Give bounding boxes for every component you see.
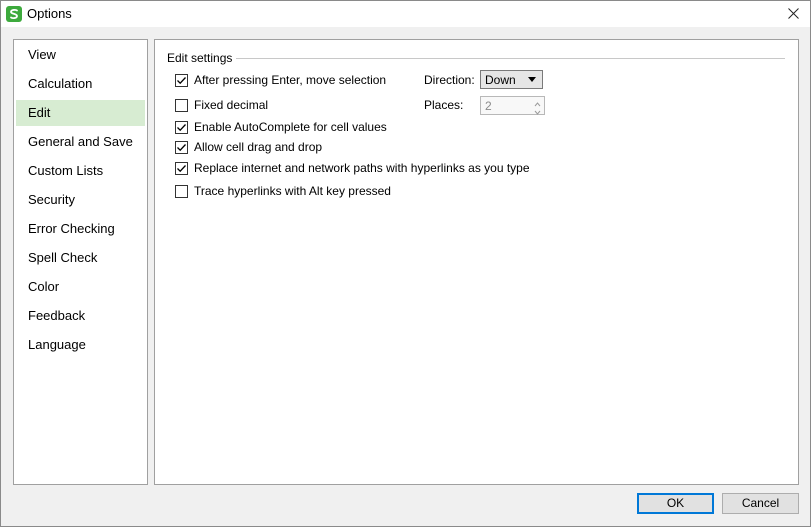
option-label: After pressing Enter, move selection <box>194 73 387 87</box>
option-label: Allow cell drag and drop <box>194 140 323 154</box>
title-bar: Options <box>1 1 810 27</box>
checkbox[interactable] <box>175 162 188 175</box>
check-icon <box>177 77 186 85</box>
ok-button[interactable]: OK <box>637 493 714 514</box>
window-title: Options <box>27 6 72 21</box>
check-icon <box>177 124 186 132</box>
places-label: Places: <box>424 98 464 112</box>
places-stepper[interactable]: 2 <box>480 96 545 115</box>
sidebar-item-feedback[interactable]: Feedback <box>16 303 145 329</box>
check-icon <box>177 165 186 173</box>
direction-label: Direction: <box>424 73 475 87</box>
checkbox[interactable] <box>175 141 188 154</box>
sidebar-item-calculation[interactable]: Calculation <box>16 71 145 97</box>
options-dialog: Options View Calculation Edit General an… <box>0 0 811 527</box>
option-label: Enable AutoComplete for cell values <box>194 120 387 134</box>
group-title: Edit settings <box>167 51 237 65</box>
chevron-down-small-icon <box>534 110 541 115</box>
chevron-down-icon <box>528 77 536 82</box>
sidebar-item-security[interactable]: Security <box>16 187 145 213</box>
check-icon <box>177 144 186 152</box>
sidebar-item-language[interactable]: Language <box>16 332 145 358</box>
option-label: Replace internet and network paths with … <box>194 161 530 175</box>
sidebar-item-edit[interactable]: Edit <box>16 100 145 126</box>
direction-value: Down <box>485 73 516 87</box>
options-category-list: View Calculation Edit General and Save C… <box>13 39 148 485</box>
edit-settings-panel: Edit settings After pressing Enter, move… <box>154 39 799 485</box>
checkbox[interactable] <box>175 185 188 198</box>
sidebar-item-spell-check[interactable]: Spell Check <box>16 245 145 271</box>
checkbox[interactable] <box>175 74 188 87</box>
close-icon <box>788 8 799 19</box>
sidebar-item-view[interactable]: View <box>16 42 145 68</box>
stepper-down-button[interactable] <box>531 106 544 115</box>
places-value: 2 <box>485 99 492 113</box>
close-button[interactable] <box>776 1 810 27</box>
sidebar-item-color[interactable]: Color <box>16 274 145 300</box>
sidebar-item-custom-lists[interactable]: Custom Lists <box>16 158 145 184</box>
option-label: Trace hyperlinks with Alt key pressed <box>194 184 391 198</box>
checkbox[interactable] <box>175 99 188 112</box>
stepper-up-button[interactable] <box>531 97 544 107</box>
sidebar-item-general-and-save[interactable]: General and Save <box>16 129 145 155</box>
cancel-button[interactable]: Cancel <box>722 493 799 514</box>
wps-spreadsheet-icon <box>6 6 22 22</box>
option-label: Fixed decimal <box>194 98 269 112</box>
direction-select[interactable]: Down <box>480 70 543 89</box>
checkbox[interactable] <box>175 121 188 134</box>
group-divider <box>233 58 785 59</box>
sidebar-item-error-checking[interactable]: Error Checking <box>16 216 145 242</box>
